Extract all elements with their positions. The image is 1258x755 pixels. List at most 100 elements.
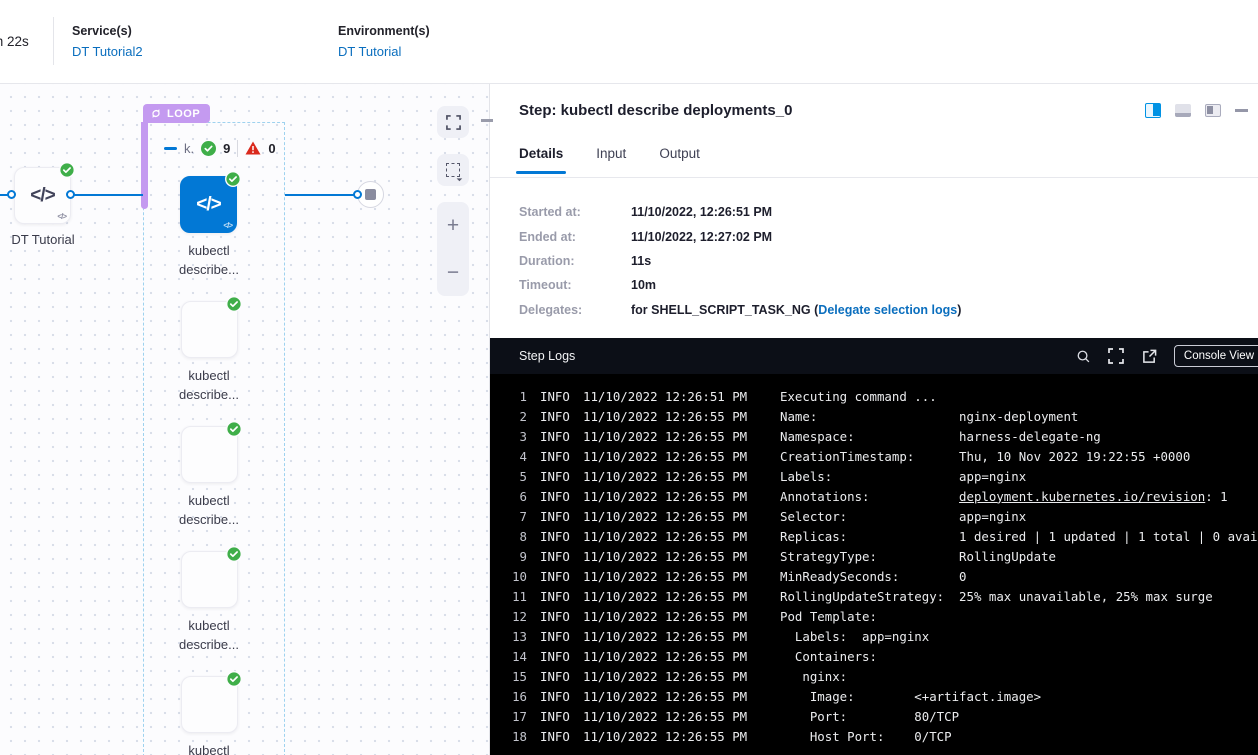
log-line: 2INFO11/10/2022 12:26:55 PMName: nginx-d… <box>503 406 1258 426</box>
loop-badge[interactable]: LOOP <box>143 104 210 123</box>
detail-tabs: Details Input Output <box>519 146 700 174</box>
log-output[interactable]: 1INFO11/10/2022 12:26:51 PMExecuting com… <box>490 374 1258 755</box>
code-icon: </> <box>30 185 54 207</box>
node-kubectl-describe-label: kubectldescribe... <box>164 741 254 755</box>
zoom-in-button[interactable]: + <box>437 216 469 236</box>
pipeline-canvas[interactable]: LOOP k. 9 0 </> </> DT Tutorial < <box>0 84 490 755</box>
node-kubectl-describe-label: kubectl describe... <box>164 241 254 279</box>
loop-badge-label: LOOP <box>167 108 200 120</box>
field-row: Timeout: 10m <box>519 273 961 297</box>
success-badge-icon <box>226 296 242 312</box>
canvas-fullscreen-button[interactable] <box>437 106 469 138</box>
search-icon <box>1076 349 1091 364</box>
step-logs-header: Step Logs <box>490 338 1258 374</box>
success-badge-icon <box>226 671 242 687</box>
field-row: Ended at: 11/10/2022, 12:27:02 PM <box>519 224 961 248</box>
log-line: 5INFO11/10/2022 12:26:55 PMLabels: app=n… <box>503 466 1258 486</box>
port-start-left <box>7 190 16 199</box>
log-line: 7INFO11/10/2022 12:26:55 PMSelector: app… <box>503 506 1258 526</box>
service-link[interactable]: DT Tutorial2 <box>72 44 143 59</box>
environment-link[interactable]: DT Tutorial <box>338 44 430 59</box>
log-line: 11INFO11/10/2022 12:26:55 PMRollingUpdat… <box>503 586 1258 606</box>
count-divider <box>237 140 238 157</box>
delegate-selection-logs-link[interactable]: Delegate selection logs <box>818 303 957 317</box>
log-open-in-new-button[interactable] <box>1141 348 1158 365</box>
success-badge-icon <box>225 171 241 187</box>
step-details-panel: Step: kubectl describe deployments_0 Det… <box>490 84 1258 755</box>
failed-count-icon <box>245 141 261 155</box>
node-kubectl-describe[interactable] <box>181 676 238 733</box>
canvas-zoom-control: + − <box>437 202 469 296</box>
fullscreen-icon <box>1108 348 1124 364</box>
edge-loop-to-end <box>285 194 355 196</box>
service-label: Service(s) <box>72 24 143 38</box>
minimize-icon[interactable] <box>1235 109 1248 112</box>
environment-label: Environment(s) <box>338 24 430 38</box>
success-badge-icon <box>59 162 75 178</box>
mini-code-icon: </> <box>223 221 232 230</box>
node-kubectl-describe[interactable] <box>181 551 238 608</box>
field-row: Duration: 11s <box>519 249 961 273</box>
loop-icon <box>150 108 162 119</box>
field-row-delegates: Delegates: for SHELL_SCRIPT_TASK_NG (Del… <box>519 298 961 322</box>
delegates-value: for SHELL_SCRIPT_TASK_NG (Delegate selec… <box>631 303 961 317</box>
failed-count: 0 <box>268 141 275 156</box>
stop-square-icon <box>365 189 376 200</box>
tab-input[interactable]: Input <box>596 146 626 174</box>
log-line: 14INFO11/10/2022 12:26:55 PM Containers: <box>503 646 1258 666</box>
port-start-right <box>66 190 75 199</box>
tab-output[interactable]: Output <box>659 146 700 174</box>
collapse-group-button[interactable] <box>164 147 177 150</box>
execution-duration: m 22s <box>0 34 29 49</box>
log-annotation-link[interactable]: deployment.kubernetes.io/revision <box>959 489 1205 504</box>
mini-code-icon: </> <box>57 212 66 221</box>
marquee-select-icon <box>446 163 460 177</box>
log-fullscreen-button[interactable] <box>1108 348 1125 365</box>
panel-resize-handle[interactable] <box>481 119 493 122</box>
log-search-button[interactable] <box>1075 348 1092 365</box>
split-view-icon[interactable] <box>1145 103 1161 118</box>
execution-header: m 22s Service(s) DT Tutorial2 Environmen… <box>0 0 1258 84</box>
canvas-marquee-select-button[interactable] <box>437 154 469 186</box>
logs-actions: Console View <box>1075 345 1258 367</box>
success-badge-icon <box>226 546 242 562</box>
log-line: 17INFO11/10/2022 12:26:55 PM Port: 80/TC… <box>503 706 1258 726</box>
node-kubectl-describe-label: kubectldescribe... <box>164 616 254 654</box>
success-count-icon <box>201 141 216 156</box>
group-header: k. 9 0 <box>164 139 276 157</box>
bottom-view-icon[interactable] <box>1175 104 1191 117</box>
node-dt-tutorial-label: DT Tutorial <box>0 232 90 247</box>
log-line: 15INFO11/10/2022 12:26:55 PM nginx: <box>503 666 1258 686</box>
zoom-out-button[interactable]: − <box>437 263 469 283</box>
field-row: Started at: 11/10/2022, 12:26:51 PM <box>519 200 961 224</box>
log-line: 3INFO11/10/2022 12:26:55 PMNamespace: ha… <box>503 426 1258 446</box>
step-title: Step: kubectl describe deployments_0 <box>519 102 792 119</box>
node-dt-tutorial[interactable]: </> </> <box>14 167 71 224</box>
log-line: 8INFO11/10/2022 12:26:55 PMReplicas: 1 d… <box>503 526 1258 546</box>
tab-details[interactable]: Details <box>519 146 563 174</box>
log-line: 4INFO11/10/2022 12:26:55 PMCreationTimes… <box>503 446 1258 466</box>
group-name: k. <box>184 141 194 156</box>
log-line: 13INFO11/10/2022 12:26:55 PM Labels: app… <box>503 626 1258 646</box>
step-detail-fields: Started at: 11/10/2022, 12:26:51 PM Ende… <box>519 200 961 322</box>
step-logs-section: Step Logs <box>490 338 1258 755</box>
tabs-border <box>490 177 1258 178</box>
log-line: 10INFO11/10/2022 12:26:55 PMMinReadySeco… <box>503 566 1258 586</box>
code-icon: </> <box>196 194 220 216</box>
header-divider <box>53 17 54 65</box>
node-kubectl-describe[interactable] <box>181 301 238 358</box>
node-kubectl-describe-selected[interactable]: </> </> <box>180 176 237 233</box>
environment-summary: Environment(s) DT Tutorial <box>338 24 430 59</box>
node-kubectl-describe[interactable] <box>181 426 238 483</box>
node-kubectl-describe-label: kubectldescribe... <box>164 491 254 529</box>
node-kubectl-describe-label: kubectldescribe... <box>164 366 254 404</box>
external-link-icon <box>1142 349 1157 364</box>
console-view-button[interactable]: Console View <box>1174 345 1258 367</box>
edge-start-to-loop <box>70 194 143 196</box>
success-badge-icon <box>226 421 242 437</box>
log-line: 18INFO11/10/2022 12:26:55 PM Host Port: … <box>503 726 1258 746</box>
log-line: 6INFO11/10/2022 12:26:55 PMAnnotations: … <box>503 486 1258 506</box>
side-view-icon[interactable] <box>1205 104 1221 117</box>
step-logs-title: Step Logs <box>519 349 575 363</box>
panel-layout-controls <box>1145 103 1248 118</box>
